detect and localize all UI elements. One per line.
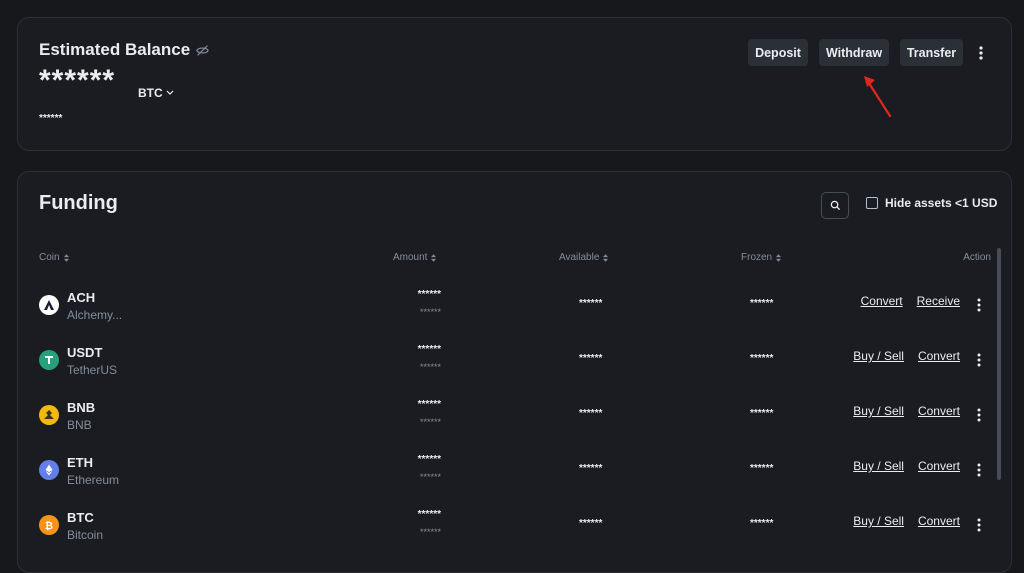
hide-assets-label: Hide assets <1 USD [885, 196, 998, 210]
amount-sub-value: ****** [419, 362, 441, 372]
amount-sub-value: ****** [419, 307, 441, 317]
column-header-amount-label: Amount [393, 252, 428, 263]
hide-small-assets-toggle[interactable]: Hide assets <1 USD [866, 196, 997, 210]
table-row: ACH Alchemy... ****** ****** ****** ****… [18, 282, 1011, 337]
row-actions: Convert Receive [861, 294, 960, 308]
buy-sell-link[interactable]: Buy / Sell [853, 514, 904, 528]
row-more-options-icon[interactable] [974, 406, 984, 424]
convert-link[interactable]: Convert [918, 514, 960, 528]
sort-icon [431, 253, 437, 262]
convert-link[interactable]: Convert [918, 459, 960, 473]
coin-symbol: ETH [67, 455, 93, 470]
amount-value: ****** [417, 509, 441, 520]
search-icon [830, 200, 840, 211]
column-header-coin-label: Coin [39, 252, 60, 263]
receive-link[interactable]: Receive [917, 294, 960, 308]
coin-name: Alchemy... [67, 308, 123, 322]
row-actions: Buy / Sell Convert [853, 404, 960, 418]
row-more-options-icon[interactable] [974, 516, 984, 534]
column-header-frozen-label: Frozen [741, 252, 773, 263]
table-row: ₿ BTC Bitcoin ****** ****** ****** *****… [18, 502, 1011, 557]
funding-title: Funding [39, 192, 118, 214]
hide-assets-checkbox[interactable] [866, 197, 878, 209]
table-scrollbar[interactable] [997, 248, 1001, 480]
amount-value: ****** [417, 289, 441, 300]
coin-symbol: BNB [67, 400, 96, 415]
convert-link[interactable]: Convert [918, 404, 960, 418]
coin-symbol: BTC [67, 510, 94, 525]
balance-sub-value: ****** [39, 113, 63, 124]
coin-symbol: USDT [67, 345, 103, 360]
column-header-available[interactable]: Available [559, 252, 609, 263]
withdraw-button[interactable]: Withdraw [819, 39, 889, 66]
available-value: ****** [579, 298, 603, 309]
coin-name: Ethereum [67, 473, 120, 487]
hide-balance-eye-icon[interactable] [196, 44, 210, 57]
sort-icon [63, 253, 69, 262]
balance-title: Estimated Balance [39, 40, 191, 59]
frozen-value: ****** [750, 408, 774, 419]
buy-sell-link[interactable]: Buy / Sell [853, 459, 904, 473]
frozen-value: ****** [750, 353, 774, 364]
search-button[interactable] [821, 192, 849, 219]
amount-value: ****** [417, 344, 441, 355]
amount-value: ****** [417, 454, 441, 465]
usdt-coin-icon [39, 350, 59, 370]
coin-symbol: ACH [67, 290, 96, 305]
chevron-down-icon [166, 90, 174, 95]
transfer-button[interactable]: Transfer [900, 39, 963, 66]
amount-sub-value: ****** [419, 472, 441, 482]
available-value: ****** [579, 353, 603, 364]
deposit-button[interactable]: Deposit [748, 39, 808, 66]
svg-text:₿: ₿ [45, 520, 53, 531]
coin-name: Bitcoin [67, 528, 104, 542]
row-actions: Buy / Sell Convert [853, 459, 960, 473]
table-row: BNB BNB ****** ****** ****** ****** Buy … [18, 392, 1011, 447]
table-row: ETH Ethereum ****** ****** ****** ******… [18, 447, 1011, 502]
column-header-action-label: Action [963, 252, 991, 263]
buy-sell-link[interactable]: Buy / Sell [853, 404, 904, 418]
funding-card: Funding Hide assets <1 USD Coin Amount A… [17, 171, 1012, 573]
row-more-options-icon[interactable] [974, 296, 984, 314]
column-header-available-label: Available [559, 252, 600, 263]
sort-icon [776, 253, 782, 262]
coin-name: TetherUS [67, 363, 118, 377]
balance-actions: Deposit Withdraw Transfer [748, 39, 988, 66]
amount-value: ****** [417, 399, 441, 410]
row-more-options-icon[interactable] [974, 351, 984, 369]
convert-link[interactable]: Convert [918, 349, 960, 363]
balance-title-group: Estimated Balance [39, 40, 210, 60]
row-actions: Buy / Sell Convert [853, 514, 960, 528]
eth-coin-icon [39, 460, 59, 480]
amount-sub-value: ****** [419, 527, 441, 537]
bnb-coin-icon [39, 405, 59, 425]
more-options-icon[interactable] [974, 43, 988, 63]
column-header-amount[interactable]: Amount [393, 252, 437, 263]
coin-name: BNB [67, 418, 92, 432]
amount-sub-value: ****** [419, 417, 441, 427]
frozen-value: ****** [750, 463, 774, 474]
frozen-value: ****** [750, 298, 774, 309]
column-header-action: Action [963, 252, 991, 263]
sort-icon [603, 253, 609, 262]
available-value: ****** [579, 463, 603, 474]
column-header-coin[interactable]: Coin [39, 252, 69, 263]
row-more-options-icon[interactable] [974, 461, 984, 479]
available-value: ****** [579, 518, 603, 529]
ach-coin-icon [39, 295, 59, 315]
balance-value: ****** [39, 64, 116, 97]
table-row: USDT TetherUS ****** ****** ****** *****… [18, 337, 1011, 392]
column-header-frozen[interactable]: Frozen [741, 252, 782, 263]
convert-link[interactable]: Convert [861, 294, 903, 308]
available-value: ****** [579, 408, 603, 419]
currency-label: BTC [138, 86, 163, 100]
row-actions: Buy / Sell Convert [853, 349, 960, 363]
frozen-value: ****** [750, 518, 774, 529]
annotation-arrow-icon [864, 76, 892, 118]
btc-coin-icon: ₿ [39, 515, 59, 535]
buy-sell-link[interactable]: Buy / Sell [853, 349, 904, 363]
currency-selector[interactable]: BTC [138, 86, 174, 100]
